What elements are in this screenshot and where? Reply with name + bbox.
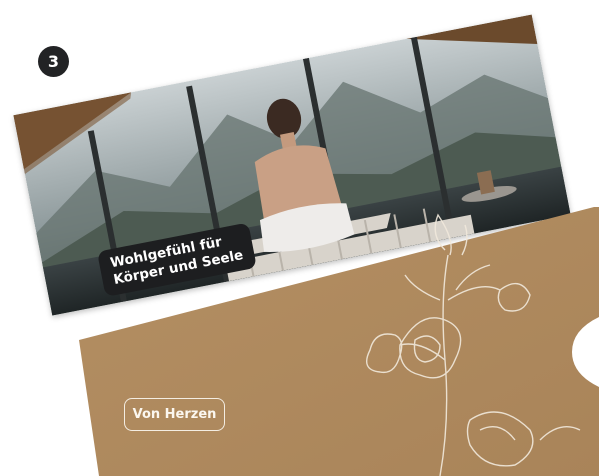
envelope-label: Von Herzen [124,398,225,431]
kraft-envelope [79,207,599,476]
